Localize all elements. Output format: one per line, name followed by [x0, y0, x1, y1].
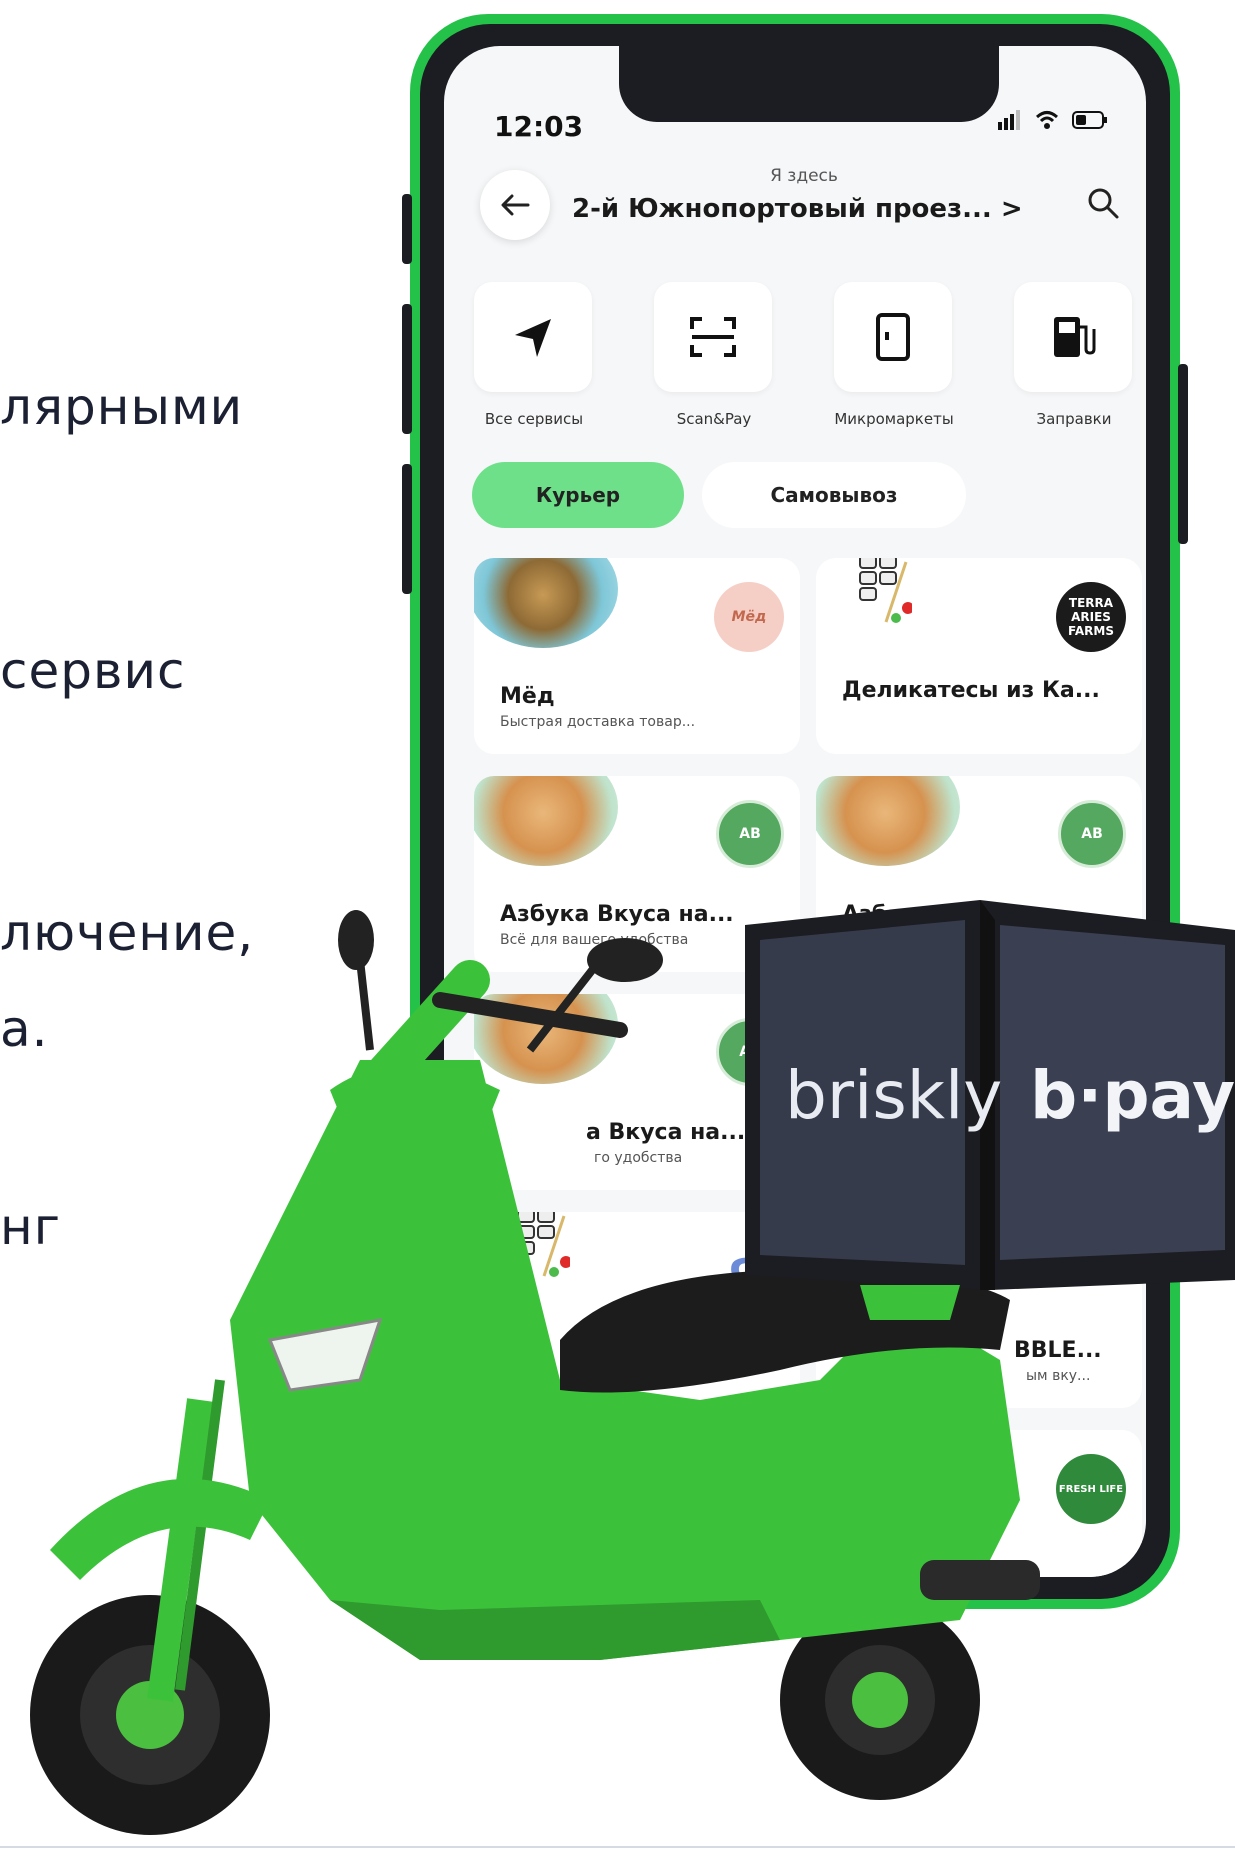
delivery-scooter-illustration: briskly b·pay	[30, 900, 1235, 1835]
box-brand-left: briskly	[785, 1057, 1002, 1134]
box-brand-right: b·pay	[1030, 1057, 1235, 1134]
bottom-divider	[0, 1846, 1235, 1848]
